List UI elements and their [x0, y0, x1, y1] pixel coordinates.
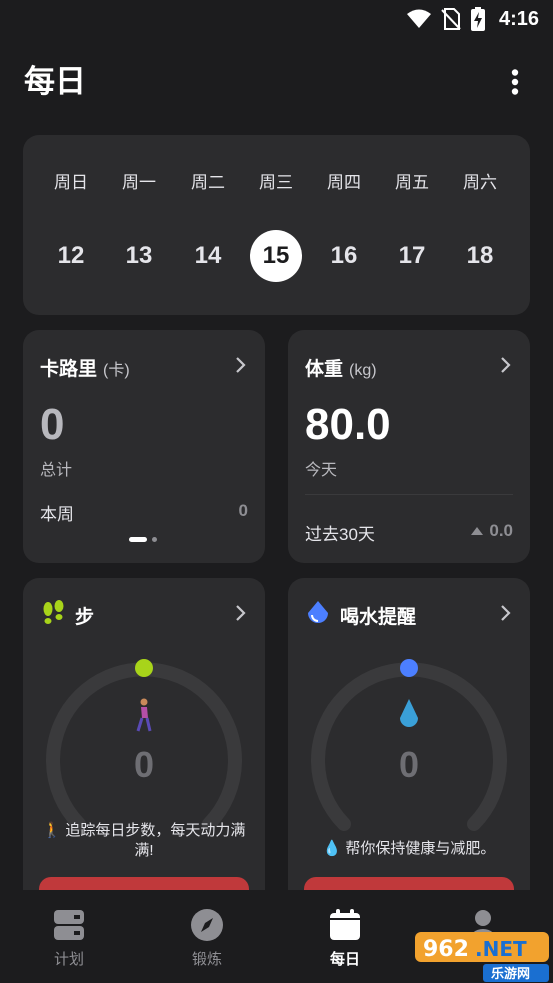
calories-total-label: 总计	[40, 462, 73, 479]
wifi-icon	[406, 9, 431, 28]
calories-card[interactable]: 卡路里 (卡) 0 总计 本周 0	[23, 330, 265, 563]
battery-charging-icon	[470, 7, 485, 31]
calories-unit: (卡)	[103, 362, 130, 379]
weekday-label: 周四	[327, 173, 361, 192]
calories-title: 卡路里 (卡)	[40, 354, 130, 381]
no-sim-icon	[441, 8, 461, 30]
page-dot-active	[129, 537, 147, 542]
date-item[interactable]: 17	[386, 230, 438, 282]
weight-today-value: 80.0	[305, 400, 391, 449]
watermark-logo-icon: 962 .NET 乐游网	[415, 932, 549, 982]
tab-label: 每日	[329, 951, 360, 968]
date-item-selected[interactable]: 15	[250, 230, 302, 282]
tab-label: 计划	[53, 951, 84, 968]
weight-card[interactable]: 体重 (kg) 80.0 今天 过去30天 0.0	[288, 330, 530, 563]
calories-week-value: 0	[238, 501, 248, 520]
steps-tip: 🚶 追踪每日步数，每天动力满满!	[42, 822, 246, 859]
steps-title: 步	[75, 607, 95, 628]
chevron-right-icon	[236, 605, 246, 621]
page-dot	[152, 537, 157, 542]
more-options-button[interactable]	[497, 64, 533, 100]
calendar-icon	[330, 909, 360, 940]
water-value: 0	[398, 744, 420, 785]
calories-total-value: 0	[40, 400, 65, 449]
page-header: 每日	[24, 58, 533, 106]
water-title: 喝水提醒	[340, 607, 417, 628]
calories-week-label: 本周	[40, 505, 74, 524]
divider	[305, 494, 513, 495]
plan-icon	[54, 910, 84, 940]
weekday-label: 周二	[191, 173, 225, 192]
walking-person-icon	[136, 698, 152, 732]
steps-card[interactable]: 步 0 🚶 追踪每日步数，每天动力满满!	[23, 578, 265, 917]
weekday-label: 周六	[463, 173, 497, 192]
date-item[interactable]: 14	[182, 230, 234, 282]
site-watermark: 962 .NET 乐游网	[413, 926, 553, 983]
weight-title-text: 体重	[305, 359, 344, 380]
date-item[interactable]: 13	[113, 230, 165, 282]
droplet-icon	[400, 699, 418, 727]
triangle-up-icon	[471, 527, 484, 535]
weekday-label: 周三	[259, 173, 293, 192]
weekday-label: 周日	[54, 173, 88, 192]
page-indicator	[129, 537, 157, 543]
footprints-icon	[43, 600, 64, 624]
water-reminder-card[interactable]: 喝水提醒 0 💧 帮你保持健康与减肥。	[288, 578, 530, 917]
chevron-right-icon	[501, 357, 511, 373]
week-calendar: 周日 周一 周二 周三 周四 周五 周六 12 13 14 15 16 17 1…	[23, 135, 530, 315]
weight-past-label: 过去30天	[305, 525, 375, 544]
tab-label: 锻炼	[191, 951, 222, 968]
tab-plan[interactable]: 计划	[0, 890, 138, 983]
weight-today-label: 今天	[305, 462, 338, 479]
weekday-label: 周一	[122, 173, 156, 192]
steps-value: 0	[133, 744, 155, 785]
status-bar: 4:16	[0, 0, 553, 38]
weight-title: 体重 (kg)	[305, 354, 377, 381]
page-title: 每日	[24, 64, 86, 99]
more-vertical-icon	[511, 69, 519, 95]
svg-text:962: 962	[423, 937, 469, 962]
compass-icon	[191, 909, 223, 941]
chevron-right-icon	[501, 605, 511, 621]
tab-daily[interactable]: 每日	[276, 890, 414, 983]
weight-change: 0.0	[471, 521, 513, 541]
calories-title-text: 卡路里	[40, 359, 98, 380]
svg-text:.NET: .NET	[475, 937, 527, 961]
svg-text:乐游网: 乐游网	[491, 966, 530, 982]
chevron-right-icon	[236, 357, 246, 373]
weight-unit: (kg)	[349, 362, 377, 379]
date-item[interactable]: 16	[318, 230, 370, 282]
status-time: 4:16	[498, 7, 539, 30]
water-tip: 💧 帮你保持健康与减肥。	[322, 840, 496, 857]
date-item[interactable]: 12	[45, 230, 97, 282]
date-row: 12 13 14 15 16 17 18	[23, 230, 530, 284]
weekday-row: 周日 周一 周二 周三 周四 周五 周六	[23, 171, 530, 195]
tab-workout[interactable]: 锻炼	[138, 890, 276, 983]
water-drop-icon	[308, 601, 328, 623]
weekday-label: 周五	[395, 173, 429, 192]
date-item[interactable]: 18	[454, 230, 506, 282]
weight-past-value: 0.0	[489, 521, 513, 540]
